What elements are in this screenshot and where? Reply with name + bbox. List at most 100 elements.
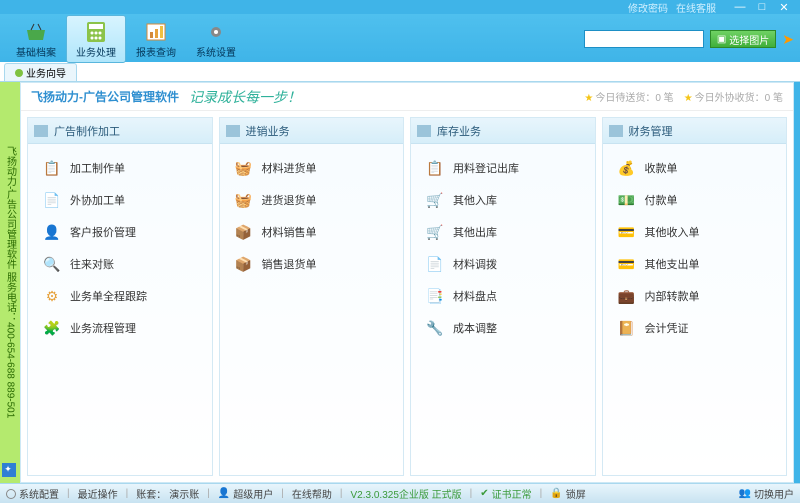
panel-header: 库存业务 (411, 118, 595, 144)
item-label: 收款单 (645, 160, 678, 176)
item-icon: 📦 (234, 222, 254, 242)
brand-title: 飞扬动力-广告公司管理软件 (31, 88, 179, 105)
online-service-link[interactable]: 在线客服 (676, 0, 716, 15)
item-label: 往来对账 (70, 256, 114, 272)
item-icon: 🧺 (234, 158, 254, 178)
menu-item[interactable]: 🔍 往来对账 (34, 248, 206, 280)
item-icon: 🛒 (425, 222, 445, 242)
panel-财务管理: 财务管理 💰收款单💵付款单💳其他收入单💳其他支出单💼内部转款单 📔 会计凭证 (602, 117, 788, 476)
menu-item[interactable]: 🧺材料进货单 (226, 152, 398, 184)
menu-item[interactable]: 👤客户报价管理 (34, 216, 206, 248)
item-label: 其他出库 (453, 224, 497, 240)
left-info-strip: 飞扬动力-广告公司管理软件 服务电话：400-654-688 889-501 ✦ (0, 82, 20, 483)
menu-item[interactable]: 🛒 其他出库 (417, 216, 589, 248)
send-icon[interactable]: ➤ (782, 31, 794, 48)
menu-item[interactable]: 📋 用料登记出库 (417, 152, 589, 184)
status-bar: 系统配置 | 最近操作 | 账套：演示账 | 👤超级用户 | 在线帮助 | V2… (0, 483, 800, 503)
item-icon: 🔍 (42, 254, 62, 274)
item-icon: 💵 (617, 190, 637, 210)
recent-op-button[interactable]: 最近操作 (78, 486, 118, 501)
cert-status: ✔证书正常 (480, 486, 531, 501)
search-input[interactable] (584, 30, 704, 48)
menu-item[interactable]: 📋 加工制作单 (34, 152, 206, 184)
basket-icon (22, 20, 50, 44)
item-label: 会计凭证 (645, 320, 689, 336)
item-icon: 📦 (234, 254, 254, 274)
picture-icon: ▣ (717, 34, 726, 45)
item-label: 内部转款单 (645, 288, 700, 304)
item-label: 加工制作单 (70, 160, 125, 176)
toolbar-calculator-button[interactable]: 业务处理 (66, 15, 126, 63)
panel-进销业务: 进销业务 🧺材料进货单🧺进货退货单 📦 材料销售单 📦 销售退货单 (219, 117, 405, 476)
tab-strip: 业务向导 (0, 62, 800, 82)
item-label: 外协加工单 (70, 192, 125, 208)
close-button[interactable]: ✕ (776, 1, 792, 13)
folder-icon (34, 125, 48, 137)
version-label: V2.3.0.325企业版 正式版 (351, 486, 462, 501)
main-toolbar: 基础档案业务处理报表查询系统设置 ▣选择图片 ➤ (0, 14, 800, 62)
menu-item[interactable]: 🛒其他入库 (417, 184, 589, 216)
gear-icon (202, 20, 230, 44)
item-icon: 📄 (42, 190, 62, 210)
folder-icon (226, 125, 240, 137)
panel-header: 进销业务 (220, 118, 404, 144)
today-outsource-stat: 今日外协收货：0 笔 (684, 89, 783, 104)
item-label: 其他支出单 (645, 256, 700, 272)
minimize-button[interactable]: — (732, 1, 748, 13)
item-icon: 📔 (617, 318, 637, 338)
item-label: 材料调拨 (453, 256, 497, 272)
account-info: 账套：演示账 (136, 486, 199, 501)
select-picture-button[interactable]: ▣选择图片 (710, 30, 776, 48)
item-icon: 🔧 (425, 318, 445, 338)
toolbar-label: 基础档案 (16, 44, 56, 59)
menu-item[interactable]: 🧺进货退货单 (226, 184, 398, 216)
menu-item[interactable]: 📄 外协加工单 (34, 184, 206, 216)
menu-item[interactable]: 📔 会计凭证 (609, 312, 781, 344)
menu-item[interactable]: 💳其他收入单 (609, 216, 781, 248)
item-label: 业务单全程跟踪 (70, 288, 147, 304)
panel-库存业务: 库存业务 📋 用料登记出库 🛒其他入库 🛒 其他出库 📄材料调拨📑材料盘点🔧成本调整 (410, 117, 596, 476)
item-label: 业务流程管理 (70, 320, 136, 336)
panel-title: 广告制作加工 (54, 123, 120, 139)
item-icon: 📑 (425, 286, 445, 306)
menu-item[interactable]: 🔧成本调整 (417, 312, 589, 344)
menu-item[interactable]: 📄材料调拨 (417, 248, 589, 280)
item-label: 销售退货单 (262, 256, 317, 272)
panel-body: 📋 加工制作单 📄 外协加工单 👤客户报价管理 🔍 往来对账 ⚙ 业务单全程跟踪 🧩 业务流程管理 (28, 144, 212, 352)
item-icon: 🧩 (42, 318, 62, 338)
maximize-button[interactable]: □ (754, 1, 770, 13)
item-icon: 🧺 (234, 190, 254, 210)
item-icon: ⚙ (42, 286, 62, 306)
sys-config-button[interactable]: 系统配置 (6, 486, 59, 501)
menu-item[interactable]: 📦 材料销售单 (226, 216, 398, 248)
change-password-link[interactable]: 修改密码 (628, 0, 668, 15)
menu-item[interactable]: 📦 销售退货单 (226, 248, 398, 280)
menu-item[interactable]: 🧩 业务流程管理 (34, 312, 206, 344)
online-help-button[interactable]: 在线帮助 (292, 486, 332, 501)
folder-icon (417, 125, 431, 137)
left-strip-text: 飞扬动力-广告公司管理软件 服务电话：400-654-688 889-501 (3, 146, 18, 418)
switch-user-button[interactable]: 👥切换用户 (739, 486, 794, 501)
menu-item[interactable]: 💳其他支出单 (609, 248, 781, 280)
today-delivery-stat: 今日待送货：0 笔 (584, 89, 673, 104)
menu-item[interactable]: 💰收款单 (609, 152, 781, 184)
menu-item[interactable]: 📑材料盘点 (417, 280, 589, 312)
window-controls: — □ ✕ (732, 1, 792, 13)
current-user: 👤超级用户 (218, 486, 273, 501)
toolbar-basket-button[interactable]: 基础档案 (6, 15, 66, 63)
panel-title: 进销业务 (246, 123, 290, 139)
menu-item[interactable]: 💵付款单 (609, 184, 781, 216)
panel-广告制作加工: 广告制作加工 📋 加工制作单 📄 外协加工单 👤客户报价管理 🔍 往来对账 ⚙ 业务单全程跟踪 🧩 业… (27, 117, 213, 476)
item-icon: 📋 (42, 158, 62, 178)
brand-logo-icon: ✦ (2, 463, 16, 477)
item-label: 用料登记出库 (453, 160, 519, 176)
menu-item[interactable]: 💼内部转款单 (609, 280, 781, 312)
panel-title: 财务管理 (629, 123, 673, 139)
item-label: 材料销售单 (262, 224, 317, 240)
tab-business-guide[interactable]: 业务向导 (4, 63, 77, 81)
lock-screen-button[interactable]: 🔒锁屏 (550, 486, 585, 501)
menu-item[interactable]: ⚙ 业务单全程跟踪 (34, 280, 206, 312)
toolbar-report-button[interactable]: 报表查询 (126, 15, 186, 63)
toolbar-gear-button[interactable]: 系统设置 (186, 15, 246, 63)
item-icon: 📋 (425, 158, 445, 178)
